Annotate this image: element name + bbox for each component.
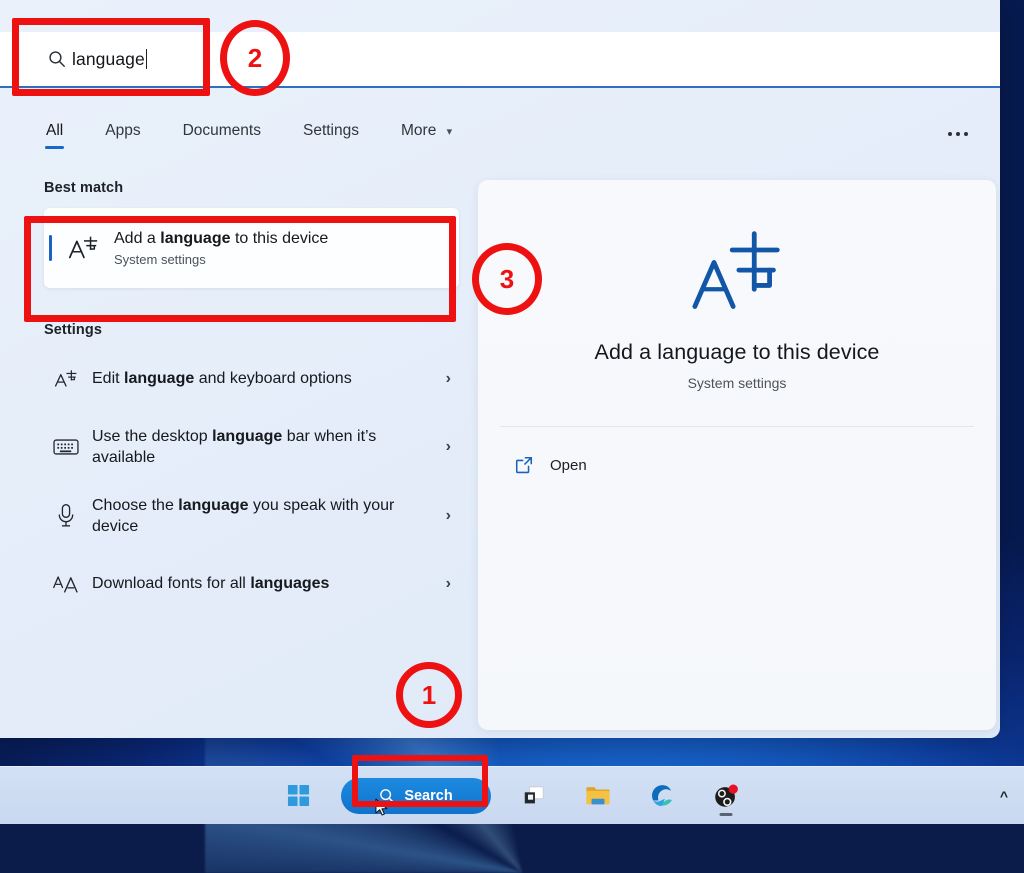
taskbar-icon-group: Search [277, 775, 747, 817]
tab-all[interactable]: All [44, 118, 65, 150]
best-match-subtitle: System settings [114, 252, 328, 267]
search-input[interactable]: language [0, 32, 1000, 88]
chevron-right-icon: › [446, 575, 451, 593]
chevron-right-icon: › [446, 507, 451, 525]
start-button[interactable] [277, 775, 319, 817]
result-preview-card: Add a language to this device System set… [478, 180, 996, 730]
ellipsis-dot [956, 132, 960, 136]
font-size-icon [46, 572, 86, 596]
preview-subtitle: System settings [688, 375, 787, 391]
windows-start-icon [287, 784, 310, 807]
taskbar-search-button[interactable]: Search [341, 778, 491, 814]
search-filter-tabs: All Apps Documents Settings More ▾ [0, 106, 1000, 162]
tab-apps-label: Apps [105, 122, 140, 139]
best-match-result[interactable]: Add a language to this device System set… [44, 208, 459, 288]
taskbar-system-tray: ^ [1000, 788, 1008, 804]
tab-documents[interactable]: Documents [181, 118, 263, 150]
microphone-icon [46, 502, 86, 529]
translate-language-icon-large [689, 226, 785, 318]
chevron-right-icon: › [446, 438, 451, 456]
preview-divider [500, 426, 974, 427]
tab-more[interactable]: More ▾ [399, 118, 454, 150]
microsoft-edge-button[interactable] [641, 775, 683, 817]
tab-all-label: All [46, 122, 63, 139]
list-item-label: Edit language and keyboard options [86, 368, 352, 389]
open-action-button[interactable]: Open [500, 447, 974, 483]
tab-apps[interactable]: Apps [103, 118, 142, 150]
settings-section-label: Settings [44, 322, 470, 338]
search-icon [48, 50, 66, 68]
file-explorer-button[interactable] [577, 775, 619, 817]
tab-settings-label: Settings [303, 122, 359, 139]
ellipsis-dot [948, 132, 952, 136]
list-item-desktop-language-bar[interactable]: Use the desktop language bar when it’s a… [44, 418, 459, 477]
external-link-icon [514, 455, 534, 475]
tab-settings[interactable]: Settings [301, 118, 361, 150]
list-item-download-fonts[interactable]: Download fonts for all languages › [44, 555, 459, 613]
text-caret [146, 49, 148, 69]
obs-studio-icon [713, 783, 739, 809]
windows-search-panel: language All Apps Documents Settings Mor… [0, 0, 1000, 738]
windows-taskbar: Search [0, 766, 1024, 824]
search-query-wrap: language [72, 49, 147, 70]
tab-documents-label: Documents [183, 122, 261, 139]
chevron-right-icon: › [446, 370, 451, 388]
preview-title: Add a language to this device [595, 340, 880, 365]
task-view-icon [522, 784, 546, 808]
chevron-down-icon: ▾ [447, 126, 453, 138]
translate-language-icon [66, 231, 100, 265]
mouse-pointer-icon [375, 798, 390, 817]
open-action-label: Open [550, 457, 587, 474]
ellipsis-dot [964, 132, 968, 136]
list-item-label: Use the desktop language bar when it’s a… [86, 426, 396, 469]
file-explorer-icon [585, 784, 611, 807]
search-query-text: language [72, 49, 145, 70]
tab-more-label: More [401, 122, 436, 139]
list-item-edit-language-keyboard[interactable]: Edit language and keyboard options › [44, 350, 459, 408]
best-match-title: Add a language to this device [114, 229, 328, 250]
app-running-indicator [720, 813, 733, 816]
list-item-label: Choose the language you speak with your … [86, 495, 396, 538]
chevron-up-icon[interactable]: ^ [1000, 788, 1008, 804]
best-match-text: Add a language to this device System set… [114, 229, 328, 268]
keyboard-icon [46, 437, 86, 457]
translate-language-icon [46, 366, 86, 392]
microsoft-edge-icon [650, 783, 675, 808]
taskbar-search-label: Search [404, 788, 452, 804]
best-match-label: Best match [44, 180, 470, 196]
list-item-choose-speech-language[interactable]: Choose the language you speak with your … [44, 487, 459, 546]
list-item-label: Download fonts for all languages [86, 573, 329, 594]
obs-studio-button[interactable] [705, 775, 747, 817]
search-results-column: Best match Add a language to this device… [0, 180, 470, 738]
ellipsis-icon[interactable] [940, 124, 976, 144]
task-view-button[interactable] [513, 775, 555, 817]
